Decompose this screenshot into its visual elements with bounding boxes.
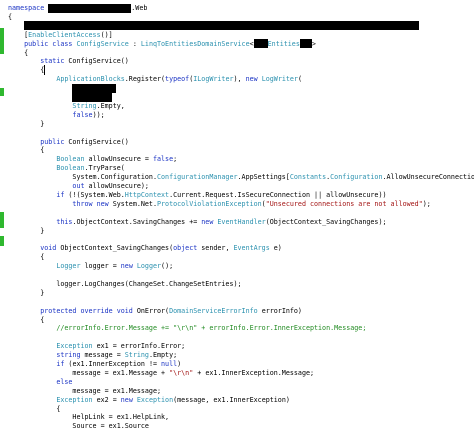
code-token: OnError( [136,306,170,315]
redacted-block [253,39,268,49]
code-line[interactable]: namespace .Web [8,2,147,14]
code-line[interactable]: } [8,287,44,299]
code-line[interactable]: public class ConfigService : LinqToEntit… [8,38,316,50]
code-token: ; [173,155,178,164]
redacted-block [48,3,132,13]
code-line[interactable]: } [8,118,44,130]
code-line[interactable]: } [8,225,44,237]
code-token: ConfigService() [68,137,129,146]
code-token: LinqToEntitiesDomainService [140,39,250,48]
code-token: new [201,217,218,226]
code-token: logger = [84,262,121,271]
code-token: (); [161,262,174,271]
code-token: .Web [131,4,148,12]
code-token: Logger [136,262,162,271]
code-token: public [40,137,69,146]
code-token: .Register( [124,75,166,84]
code-token: ConfigService() [68,57,129,66]
code-token: } [8,288,45,297]
code-token: } [8,119,45,128]
code-token: Configuration [330,173,383,182]
code-token: "Unsecured connections are not allowed" [265,199,423,208]
code-token: )); [92,110,105,119]
code-token: (ObjectContext_SavingChanges); [265,217,387,226]
code-token: public class [24,39,77,48]
code-token: DomainServiceErrorInfo [169,306,262,315]
code-token: object [173,244,202,253]
code-token: EventArgs [233,244,274,253]
redacted-block [299,39,312,49]
code-token: ( [297,75,302,84]
code-line[interactable]: this.ObjectContext.SavingChanges += new … [8,216,387,228]
code-token: //errorInfo.Error.Message += "\r\n" + er… [56,324,367,333]
code-token: typeof [165,75,190,84]
change-bar-4 [0,236,4,246]
code-token: .AllowUnsecureConnection], [382,173,474,182]
change-bar-1 [0,28,4,54]
code-line[interactable]: void ObjectContext_SavingChanges(object … [8,242,282,254]
code-token: > [311,39,316,48]
code-token: ex2 = [96,395,121,404]
code-token: ILogWriter [193,75,234,84]
code-token: "\r\n" [169,368,194,377]
code-token: .ObjectContext.SavingChanges += [72,217,202,226]
code-token: Source = ex1.Source [8,422,149,430]
code-token: LogWriter [261,75,298,84]
code-token: this [56,217,73,226]
code-token: new [120,262,137,271]
code-token: ObjectContext_SavingChanges( [60,244,174,253]
code-token: ); [422,199,431,208]
code-token: false [152,155,174,164]
code-token: Exception [56,395,97,404]
code-token: e) [273,244,282,253]
code-token: : [128,39,141,48]
code-token: } [8,226,45,235]
code-token: ProtocolViolationException [156,199,262,208]
code-token: ConfigService [76,39,129,48]
code-token: ), [233,75,246,84]
code-token: false [72,110,93,119]
code-token: (message, ex1.InnerException) [173,395,290,404]
code-token: System.Net. [112,199,157,208]
code-token: + ex1.InnerException.Message; [193,368,315,377]
code-token: EventHandler [217,217,266,226]
code-line[interactable]: protected override void OnError(DomainSe… [8,305,302,317]
change-bar-3 [0,212,4,228]
code-token: namespace [8,4,49,12]
code-token: Entities [267,39,300,48]
code-token: ConfigurationManager [156,173,238,182]
code-token: .AppSettings[ [237,173,290,182]
code-token: throw new [72,199,113,208]
code-token: errorInfo) [261,306,302,315]
code-token: sender, [201,244,234,253]
code-editor[interactable]: namespace .Web{ [EnableClientAccess()] p… [0,0,474,430]
code-token: new [245,75,262,84]
code-token: Logger [56,262,85,271]
code-token: Exception [136,395,174,404]
code-token: Constants [289,173,327,182]
code-line[interactable]: Logger logger = new Logger(); [8,260,173,272]
code-line[interactable]: //errorInfo.Error.Message += "\r\n" + er… [8,322,366,334]
code-token: new [120,395,137,404]
change-gutter [0,0,6,430]
code-line[interactable]: Source = ex1.Source [8,420,149,430]
change-bar-2 [0,88,4,96]
code-token: protected override void [40,306,137,315]
code-line[interactable]: throw new System.Net.ProtocolViolationEx… [8,198,431,210]
